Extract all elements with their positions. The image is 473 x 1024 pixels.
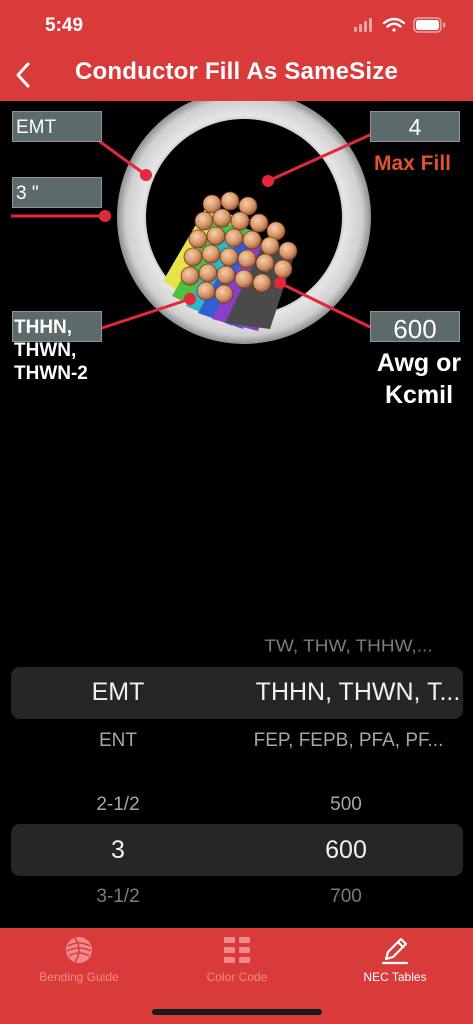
- grid-icon: [224, 937, 250, 963]
- app-header: 5:49 Conductor Fill As SameSize: [0, 0, 473, 101]
- trade-size-option[interactable]: 3-1/2: [0, 886, 236, 908]
- raceway-type-field: EMT: [12, 111, 102, 142]
- max-fill-label: Max Fill: [374, 152, 452, 175]
- status-icons: [354, 17, 446, 33]
- conductor-size-option[interactable]: 700: [236, 886, 456, 908]
- picker-type-row-selected[interactable]: EMT THHN, THWN, T...: [0, 676, 473, 710]
- tab-label: Bending Guide: [39, 970, 119, 984]
- globe-icon: [66, 937, 92, 963]
- page-title: Conductor Fill As SameSize: [74, 58, 399, 85]
- conductor-size-unit-label: Awg or Kcmil: [376, 349, 462, 409]
- trade-size-option[interactable]: 2-1/2: [0, 794, 236, 816]
- max-fill-value: 4: [370, 111, 460, 142]
- home-indicator: [152, 1009, 322, 1015]
- signal-icon: [354, 18, 372, 32]
- insulation-option[interactable]: FEP, FEPB, PFA, PF...: [236, 730, 461, 752]
- tab-label: NEC Tables: [363, 970, 427, 984]
- picker-size-row-prev[interactable]: 2-1/2 500: [0, 792, 473, 818]
- trade-size-selected[interactable]: 3: [0, 836, 236, 865]
- trade-size-field: 3 ": [12, 177, 102, 208]
- tab-label: Color Code: [206, 970, 268, 984]
- insulation-selected[interactable]: THHN, THWN, T...: [252, 678, 464, 707]
- raceway-selected[interactable]: EMT: [0, 678, 236, 707]
- raceway-option[interactable]: ENT: [0, 730, 236, 752]
- picker-size-row-selected[interactable]: 3 600: [0, 834, 473, 868]
- conduit-diagram: EMT 3 " THHN, THWN, THWN-2 4 Max Fill 60…: [0, 101, 473, 431]
- conductor-size-value: 600: [370, 311, 460, 344]
- battery-icon: [413, 17, 446, 33]
- conductor-size-selected[interactable]: 600: [236, 836, 456, 865]
- wifi-icon: [382, 17, 406, 32]
- picker-type-row-next[interactable]: ENT FEP, FEPB, PFA, PF...: [0, 728, 473, 754]
- insulation-type-label: THHN, THWN, THWN-2: [14, 317, 88, 384]
- status-time: 5:49: [45, 15, 84, 36]
- picker-type-row-prev[interactable]: TW, THW, THHW,...: [0, 634, 473, 660]
- pencil-icon: [381, 937, 409, 965]
- tab-bending-guide[interactable]: Bending Guide: [0, 928, 158, 1008]
- tab-nec-tables[interactable]: NEC Tables: [316, 928, 473, 1008]
- tab-color-code[interactable]: Color Code: [158, 928, 316, 1008]
- insulation-option[interactable]: TW, THW, THHW,...: [236, 637, 461, 657]
- conductor-size-option[interactable]: 500: [236, 794, 456, 816]
- picker-size-row-next[interactable]: 3-1/2 700: [0, 886, 473, 912]
